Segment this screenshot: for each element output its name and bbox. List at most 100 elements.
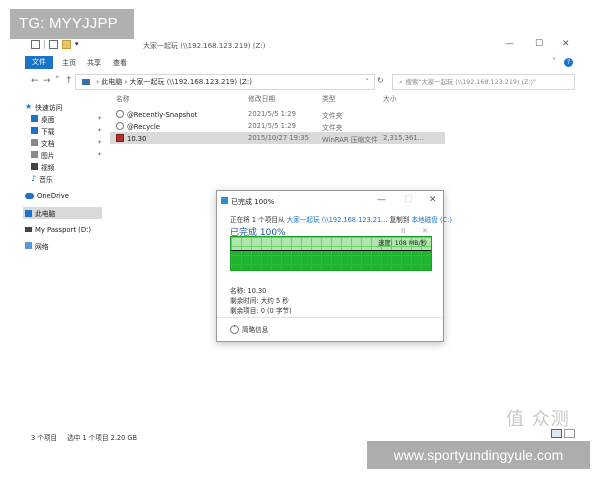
folder-icon <box>116 122 124 130</box>
cancel-button[interactable]: ✕ <box>422 227 428 235</box>
address-bar[interactable]: › 此电脑 › 大家一起玩 (\\192.168.123.219) (Z:) ˅ <box>75 74 375 90</box>
dialog-close-button[interactable]: ✕ <box>429 195 437 205</box>
detail-name: 名称: 10.30 <box>230 287 267 295</box>
sidebar-item-label: 图片 <box>41 151 55 160</box>
drive-icon <box>25 227 32 232</box>
corner-watermark: 值 众测 <box>506 409 570 430</box>
destination-link[interactable]: 本地磁盘 (C:) <box>411 216 451 224</box>
chevron-down-icon[interactable]: ˅ <box>552 57 556 66</box>
column-header-type[interactable]: 类型 <box>322 93 336 103</box>
file-name: @Recycle <box>127 123 160 131</box>
breadcrumb-this-pc[interactable]: 此电脑 <box>101 78 122 86</box>
copy-icon <box>221 197 228 204</box>
toggle-label: 简略信息 <box>242 326 269 334</box>
source-link[interactable]: 大家一起玩 (\\192.168.123.21... <box>287 216 388 224</box>
dialog-title: 已完成 100% <box>231 198 275 206</box>
computer-icon <box>82 79 90 85</box>
table-row[interactable]: @Recently-Snapshot 2021/5/5 1:29 文件夹 <box>110 108 445 120</box>
network-icon <box>25 242 32 249</box>
folder-icon <box>116 110 124 118</box>
picture-icon <box>31 151 38 158</box>
address-dropdown-button[interactable]: ˅ <box>366 75 370 89</box>
refresh-button[interactable]: ↻ <box>377 76 384 85</box>
sidebar-item-label: 网络 <box>35 242 49 251</box>
sidebar-item-onedrive[interactable]: OneDrive <box>25 190 69 201</box>
search-icon: ⌕ <box>399 78 403 86</box>
file-type: WinRAR 压缩文件 <box>322 136 378 144</box>
sidebar-item-documents[interactable]: 文档 ✦ <box>31 137 102 148</box>
copy-progress-dialog: 已完成 100% — ☐ ✕ 正在将 1 个项目从 大家一起玩 (\\192.1… <box>216 190 452 342</box>
column-header-name[interactable]: 名称 <box>116 93 130 103</box>
quick-access-toolbar: ▾ <box>31 40 84 49</box>
document-icon <box>31 139 38 146</box>
file-type: 文件夹 <box>322 112 343 120</box>
navigation-pane: ★ 快速访问 桌面 ✦ 下载 ✦ 文档 ✦ 图片 ✦ 视频 ♪ 音乐 OneDr… <box>23 101 105 261</box>
file-date: 2021/5/5 1:29 <box>248 110 296 118</box>
star-icon: ★ <box>25 102 33 111</box>
recent-locations-button[interactable]: ˅ <box>55 76 60 86</box>
music-icon: ♪ <box>31 174 37 183</box>
transfer-details: 名称: 10.30 剩余时间: 大约 5 秒 剩余项目: 0 (0 字节) <box>230 286 292 316</box>
column-header-size[interactable]: 大小 <box>383 93 397 103</box>
back-button[interactable]: ← <box>31 76 39 86</box>
sidebar-item-desktop[interactable]: 桌面 ✦ <box>31 113 102 124</box>
sidebar-item-my-passport[interactable]: My Passport (D:) <box>25 224 91 235</box>
forward-button[interactable]: → <box>43 76 51 86</box>
dialog-minimize-button[interactable]: — <box>377 195 386 205</box>
copy-description-prefix: 正在将 1 个项目从 <box>230 216 285 224</box>
pause-button[interactable]: II <box>401 227 405 235</box>
sidebar-item-label: 音乐 <box>39 175 53 184</box>
sidebar-item-label: My Passport (D:) <box>35 225 92 234</box>
item-count: 3 个项目 <box>31 434 58 442</box>
sidebar-item-videos[interactable]: 视频 <box>31 161 55 172</box>
fewer-details-toggle[interactable]: ˄ 简略信息 <box>230 324 268 334</box>
site-watermark: www.sportyundingyule.com <box>367 441 590 469</box>
pin-icon: ✦ <box>97 115 103 122</box>
sidebar-item-label: 快速访问 <box>35 103 63 112</box>
video-icon <box>31 163 38 170</box>
sidebar-item-quick-access[interactable]: ★ 快速访问 <box>25 101 62 112</box>
search-placeholder: 搜索"大家一起玩 (\\192.168.123.219) (Z:)" <box>405 78 536 86</box>
tab-view[interactable]: 查看 <box>113 58 127 68</box>
up-button[interactable]: ↑ <box>65 76 73 86</box>
detail-items-remaining: 剩余项目: 0 (0 字节) <box>230 307 292 315</box>
table-row[interactable]: 10.30 2015/10/27 19:35 WinRAR 压缩文件 2,315… <box>110 132 445 144</box>
properties-icon[interactable] <box>49 40 58 49</box>
column-header-date[interactable]: 修改日期 <box>248 93 275 103</box>
close-button[interactable]: ✕ <box>562 39 570 49</box>
customize-toolbar-icon[interactable]: ▾ <box>75 40 84 49</box>
tab-file[interactable]: 文件 <box>25 56 53 69</box>
file-size: 2,315,361... <box>383 134 425 142</box>
maximize-button[interactable]: ☐ <box>535 39 543 49</box>
copy-description: 正在将 1 个项目从 大家一起玩 (\\192.168.123.21... 复制… <box>230 214 452 224</box>
tab-home[interactable]: 主页 <box>62 58 76 68</box>
file-name: @Recently-Snapshot <box>127 111 198 119</box>
ribbon: 文件 主页 共享 查看 ˅ ? <box>25 56 575 69</box>
sidebar-item-label: 视频 <box>41 163 55 172</box>
sidebar-item-network[interactable]: 网络 <box>25 240 49 251</box>
window-title: 大家一起玩 (\\192.168.123.219) (Z:) <box>143 42 266 50</box>
sidebar-item-label: 文档 <box>41 139 55 148</box>
file-name: 10.30 <box>127 135 147 143</box>
sidebar-item-this-pc[interactable]: 此电脑 <box>23 207 102 219</box>
cloud-icon <box>25 192 34 199</box>
sidebar-item-music[interactable]: ♪ 音乐 <box>31 173 53 184</box>
search-input[interactable]: ⌕ 搜索"大家一起玩 (\\192.168.123.219) (Z:)" <box>392 74 575 90</box>
tab-share[interactable]: 共享 <box>87 58 101 68</box>
toolbar-divider <box>44 40 45 49</box>
copy-description-mid: 复制到 <box>389 216 410 224</box>
desktop-icon <box>31 115 38 122</box>
computer-icon <box>31 40 40 49</box>
breadcrumb-current[interactable]: 大家一起玩 (\\192.168.123.219) (Z:) <box>130 78 252 86</box>
breadcrumb-separator: › <box>96 78 100 86</box>
sidebar-item-label: 桌面 <box>41 115 55 124</box>
minimize-button[interactable]: — <box>505 39 514 49</box>
help-button[interactable]: ? <box>564 58 573 67</box>
sidebar-item-downloads[interactable]: 下载 ✦ <box>31 125 102 136</box>
pin-icon: ✦ <box>97 139 103 146</box>
rar-archive-icon <box>116 134 124 142</box>
watermark-badge: TG: MYYJJPP <box>10 9 134 39</box>
new-folder-icon[interactable] <box>62 40 71 49</box>
table-row[interactable]: @Recycle 2021/5/5 1:29 文件夹 <box>110 120 445 132</box>
sidebar-item-pictures[interactable]: 图片 ✦ <box>31 149 102 160</box>
